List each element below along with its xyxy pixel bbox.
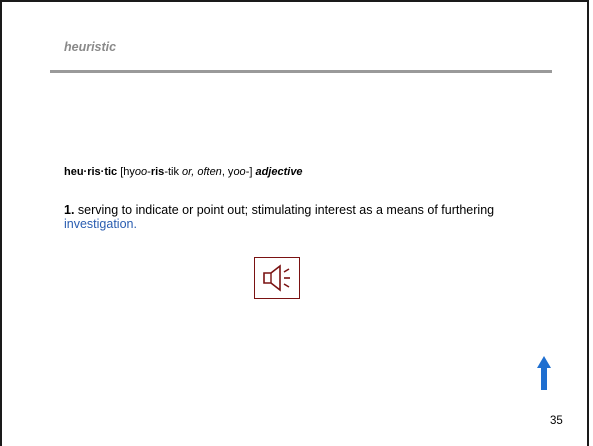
definition-link[interactable]: investigation. bbox=[64, 217, 137, 231]
part-of-speech: adjective bbox=[255, 166, 303, 178]
title-divider bbox=[50, 70, 552, 73]
slide-title: heuristic bbox=[64, 40, 117, 54]
speaker-icon bbox=[263, 264, 290, 292]
slide: heuristic heu·ris·tic [hyoo-ris-tik or, … bbox=[0, 0, 589, 446]
pronunciation-close: -] bbox=[245, 166, 256, 178]
pronunciation-oo: oo bbox=[134, 166, 148, 178]
pronunciation-comma: , y bbox=[221, 166, 234, 178]
up-arrow-icon[interactable] bbox=[537, 356, 551, 390]
definition-number: 1. bbox=[64, 203, 75, 217]
pronunciation-stress: ris bbox=[150, 166, 165, 178]
pronunciation-or-often: or, often bbox=[182, 166, 222, 178]
definition-text: serving to indicate or point out; stimul… bbox=[74, 203, 495, 217]
pronunciation-oo-alt: oo bbox=[233, 166, 246, 178]
pronunciation-tik: -tik bbox=[164, 166, 183, 178]
dictionary-headword-line: heu·ris·tic [hyoo-ris-tik or, often, yoo… bbox=[64, 166, 303, 178]
pronunciation-open: [hy bbox=[117, 166, 135, 178]
headword: heu·ris·tic bbox=[64, 166, 118, 178]
page-number: 35 bbox=[550, 415, 563, 427]
audio-button[interactable] bbox=[254, 257, 300, 299]
definition: 1. serving to indicate or point out; sti… bbox=[64, 203, 544, 231]
